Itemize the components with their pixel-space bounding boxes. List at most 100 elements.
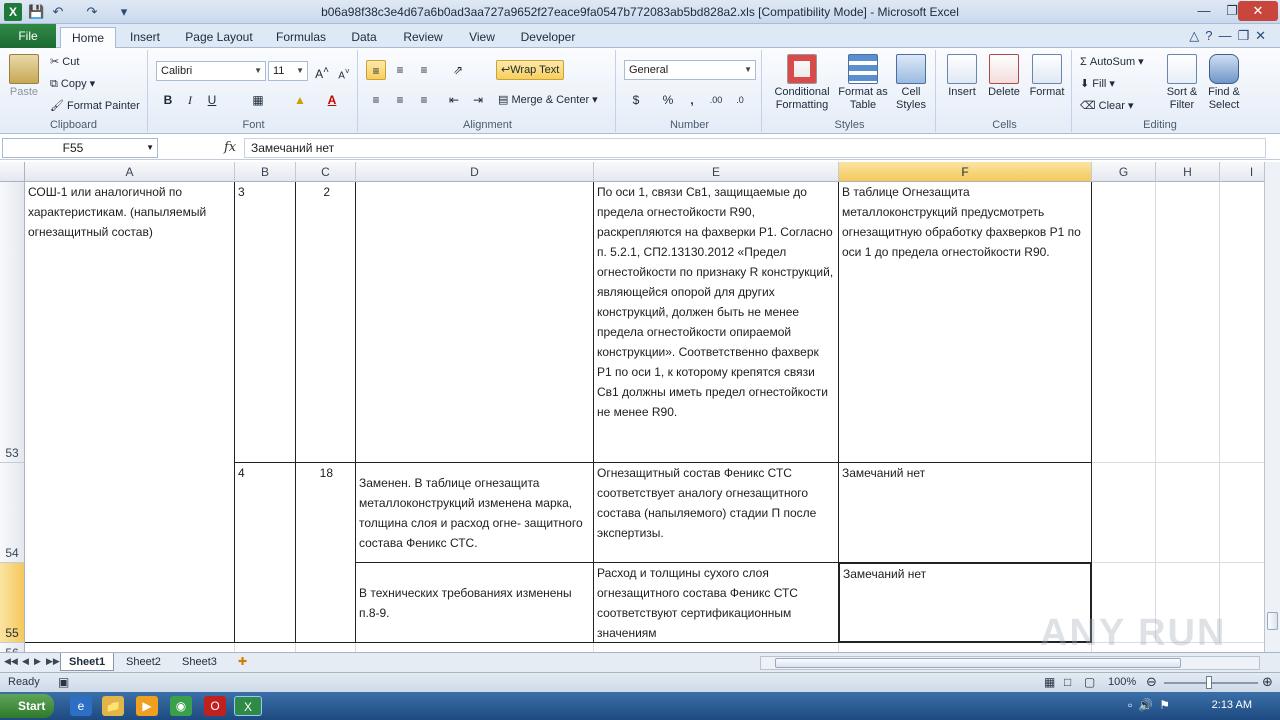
- row-header-55[interactable]: 55: [0, 563, 25, 643]
- column-header-e[interactable]: E: [594, 162, 839, 182]
- cell-styles-button[interactable]: Cell Styles: [890, 54, 932, 112]
- sort-filter-button[interactable]: Sort & Filter: [1162, 54, 1202, 112]
- cell-f54[interactable]: Замечаний нет: [839, 463, 1092, 563]
- orientation-icon[interactable]: ⇗: [448, 60, 468, 80]
- cell-a53[interactable]: СОШ-1 или аналогичной по характеристикам…: [25, 182, 235, 643]
- excel-taskbar-icon[interactable]: X: [234, 696, 262, 716]
- macro-record-icon[interactable]: ▣: [58, 675, 69, 689]
- decrease-decimal-button[interactable]: .0: [730, 90, 750, 110]
- align-left-icon[interactable]: ≡: [366, 90, 386, 110]
- column-header-a[interactable]: A: [25, 162, 235, 182]
- cell-h53[interactable]: [1156, 182, 1220, 463]
- cell-c53[interactable]: 2: [296, 182, 356, 463]
- merge-center-button[interactable]: ▤ Merge & Center ▾: [498, 93, 598, 106]
- zoom-out-icon[interactable]: ⊖: [1146, 674, 1157, 690]
- tab-file[interactable]: File: [0, 24, 56, 48]
- bold-button[interactable]: B: [158, 90, 178, 110]
- fill-color-icon[interactable]: ▲: [290, 90, 310, 110]
- cell-d56[interactable]: [356, 643, 594, 652]
- cell-g53[interactable]: [1092, 182, 1156, 463]
- increase-decimal-button[interactable]: .00: [706, 90, 726, 110]
- cell-e53[interactable]: По оси 1, связи Св1, защищаемые до преде…: [594, 182, 839, 463]
- column-header-c[interactable]: C: [296, 162, 356, 182]
- sheet-tab-1[interactable]: Sheet1: [60, 653, 115, 671]
- cell-b54[interactable]: 4: [235, 463, 296, 643]
- column-header-g[interactable]: G: [1092, 162, 1156, 182]
- grow-font-icon[interactable]: A˄: [312, 61, 332, 81]
- cell-f53[interactable]: В таблице Огнезащита металлоконструкций …: [839, 182, 1092, 463]
- borders-icon[interactable]: ▦: [248, 90, 268, 110]
- increase-indent-icon[interactable]: ⇥: [468, 90, 488, 110]
- autosum-button[interactable]: Σ AutoSum ▾: [1080, 55, 1144, 68]
- decrease-indent-icon[interactable]: ⇤: [444, 90, 464, 110]
- cell-i54[interactable]: [1220, 463, 1264, 563]
- cut-button[interactable]: ✂ Cut: [50, 55, 79, 68]
- row-header-56[interactable]: 56: [0, 643, 25, 652]
- help-icons[interactable]: △?—❐✕: [1189, 28, 1272, 44]
- cell-e56[interactable]: [594, 643, 839, 652]
- tab-page-layout[interactable]: Page Layout: [180, 27, 258, 48]
- first-sheet-icon[interactable]: ◀◀: [4, 656, 18, 667]
- cell-b56[interactable]: [235, 643, 296, 652]
- page-break-view-icon[interactable]: ▢: [1084, 675, 1095, 689]
- currency-button[interactable]: $: [626, 90, 646, 110]
- cell-d53[interactable]: [356, 182, 594, 463]
- cell-e54[interactable]: Огнезащитный состав Феникс СТС соответст…: [594, 463, 839, 563]
- format-cells-button[interactable]: Format: [1026, 54, 1068, 98]
- find-select-button[interactable]: Find & Select: [1204, 54, 1244, 112]
- cell-d55[interactable]: В технических требованиях изменены п.8-9…: [356, 563, 594, 643]
- wrap-text-button[interactable]: ↩Wrap Text: [496, 60, 565, 80]
- zoom-level[interactable]: 100%: [1108, 676, 1136, 688]
- normal-view-icon[interactable]: ▦: [1044, 675, 1055, 689]
- tab-data[interactable]: Data: [344, 27, 384, 48]
- comma-button[interactable]: ,: [682, 90, 702, 110]
- formula-input[interactable]: Замечаний нет: [244, 138, 1266, 158]
- insert-sheet-icon[interactable]: ✚: [230, 653, 255, 671]
- paste-button[interactable]: Paste: [6, 54, 42, 98]
- align-middle-icon[interactable]: ≡: [390, 60, 410, 80]
- italic-button[interactable]: I: [180, 90, 200, 110]
- cell-h54[interactable]: [1156, 463, 1220, 563]
- row-header-54[interactable]: 54: [0, 463, 25, 563]
- cell-i55[interactable]: [1220, 563, 1264, 643]
- tab-insert[interactable]: Insert: [122, 27, 168, 48]
- column-header-f[interactable]: F: [839, 162, 1092, 182]
- opera-icon[interactable]: O: [204, 696, 226, 716]
- sheet-tab-2[interactable]: Sheet2: [118, 653, 169, 671]
- explorer-icon[interactable]: 📁: [102, 696, 124, 716]
- column-header-h[interactable]: H: [1156, 162, 1220, 182]
- media-player-icon[interactable]: ▶: [136, 696, 158, 716]
- percent-button[interactable]: %: [658, 90, 678, 110]
- underline-button[interactable]: U: [202, 90, 222, 110]
- name-box[interactable]: F55 ▼: [2, 138, 158, 158]
- minimize-button[interactable]: —: [1190, 1, 1218, 21]
- align-center-icon[interactable]: ≡: [390, 90, 410, 110]
- align-right-icon[interactable]: ≡: [414, 90, 434, 110]
- conditional-formatting-button[interactable]: Conditional Formatting: [768, 54, 836, 112]
- cell-a56[interactable]: [25, 643, 235, 652]
- chrome-icon[interactable]: ◉: [170, 696, 192, 716]
- vertical-scrollbar[interactable]: [1264, 162, 1280, 652]
- last-sheet-icon[interactable]: ▶▶: [46, 656, 60, 667]
- format-as-table-button[interactable]: Format as Table: [838, 54, 888, 112]
- format-painter-button[interactable]: 🖌 Format Painter: [50, 99, 140, 112]
- shrink-font-icon[interactable]: A˅: [334, 61, 354, 81]
- next-sheet-icon[interactable]: ▶: [34, 656, 41, 667]
- tab-developer[interactable]: Developer: [514, 27, 582, 48]
- page-layout-view-icon[interactable]: □: [1064, 675, 1071, 689]
- tab-review[interactable]: Review: [396, 27, 450, 48]
- column-header-b[interactable]: B: [235, 162, 296, 182]
- font-color-icon[interactable]: A: [322, 90, 342, 110]
- vertical-scroll-thumb[interactable]: [1267, 612, 1278, 630]
- sheet-tab-3[interactable]: Sheet3: [174, 653, 225, 671]
- start-button[interactable]: Start: [0, 694, 54, 718]
- cell-c54[interactable]: 18: [296, 463, 356, 643]
- font-size-dropdown[interactable]: 11 ▼: [268, 61, 308, 81]
- font-name-dropdown[interactable]: Calibri ▼: [156, 61, 266, 81]
- horizontal-scrollbar[interactable]: [760, 656, 1260, 670]
- cell-i53[interactable]: [1220, 182, 1264, 463]
- cell-d54[interactable]: Заменен. В таблице огнезащита металлокон…: [356, 463, 594, 563]
- delete-cells-button[interactable]: Delete: [984, 54, 1024, 98]
- tab-formulas[interactable]: Formulas: [270, 27, 332, 48]
- clear-button[interactable]: ⌫ Clear ▾: [1080, 99, 1134, 112]
